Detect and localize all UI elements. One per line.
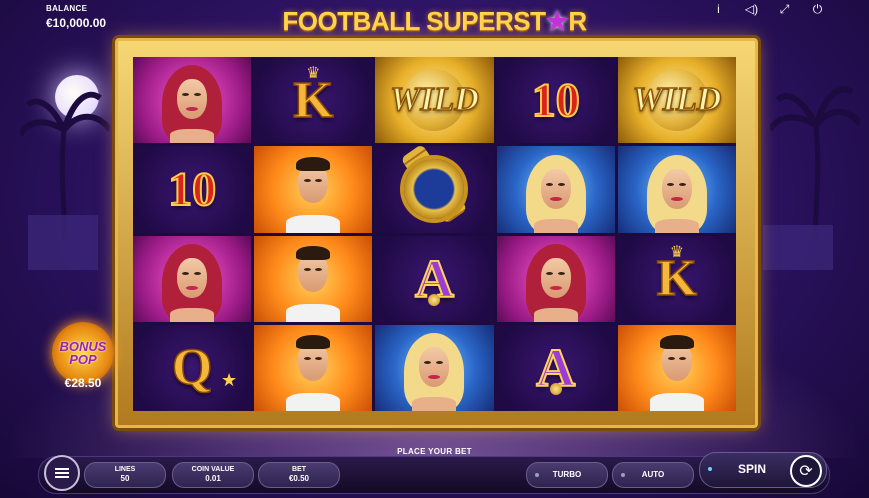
symbol-A: A	[375, 235, 494, 322]
symbol-10: 10	[133, 146, 252, 233]
reel-grid: 10 Q ★ ♛ K WILD A 10 A WILD ♛ K	[133, 57, 736, 411]
lines-value: 50	[120, 474, 130, 483]
symbol-woman-red-hair	[133, 235, 252, 322]
info-icon[interactable]: i	[711, 2, 726, 17]
star-icon: ★	[221, 370, 238, 390]
spin-arrows-icon: ⟳	[790, 455, 822, 487]
turbo-label: TURBO	[552, 470, 582, 479]
symbol-woman-red-hair	[133, 57, 252, 144]
symbol-footballer	[254, 235, 373, 322]
turbo-indicator-icon	[535, 473, 539, 477]
reel-2: ♛ K	[254, 57, 373, 411]
turbo-button[interactable]: TURBO	[526, 462, 608, 488]
bonus-line2: POP	[69, 352, 97, 367]
symbol-woman-blonde	[375, 324, 494, 411]
auto-label: AUTO	[641, 470, 665, 479]
ball-gem-icon	[549, 383, 562, 395]
crown-icon: ♛	[306, 65, 321, 82]
house-left	[28, 215, 98, 270]
palm-tree-right	[770, 86, 860, 240]
reel-4: 10 A	[496, 57, 615, 411]
symbol-label: WILD	[389, 80, 479, 119]
reel-1: 10 Q ★	[133, 57, 252, 411]
symbol-A: A	[496, 324, 615, 411]
ball-gem-icon	[428, 293, 441, 306]
symbol-label: 10	[531, 73, 581, 128]
bet-label: BET	[292, 466, 306, 473]
spin-indicator-icon	[708, 467, 712, 471]
bet-selector[interactable]: BET €0.50	[258, 462, 340, 488]
bet-value: €0.50	[288, 474, 310, 483]
menu-button[interactable]	[44, 455, 80, 491]
symbol-woman-blonde	[496, 146, 615, 233]
symbol-watch	[375, 146, 494, 233]
symbol-wild: WILD	[375, 57, 494, 144]
lines-selector[interactable]: LINES 50	[84, 462, 166, 488]
symbol-woman-red-hair	[496, 235, 615, 322]
power-icon[interactable]: ⏻	[810, 2, 825, 17]
house-right	[763, 225, 833, 270]
spin-button[interactable]: SPIN ⟳	[699, 452, 827, 488]
symbol-10: 10	[496, 57, 615, 144]
fullscreen-icon[interactable]: ⤢	[777, 2, 792, 17]
coin-value-selector[interactable]: COIN VALUE 0.01	[172, 462, 254, 488]
bonus-pop-button[interactable]: BONUS POP	[52, 322, 114, 384]
watch-icon	[399, 146, 469, 225]
hamburger-icon	[55, 466, 69, 480]
reel-5: WILD ♛ K	[617, 57, 736, 411]
symbol-footballer	[254, 146, 373, 233]
top-toolbar: i ◁) ⤢ ⏻	[711, 2, 825, 17]
reel-3: WILD A	[375, 57, 494, 411]
symbol-label: 10	[167, 162, 217, 217]
symbol-K: ♛ K	[254, 57, 373, 144]
lines-label: LINES	[114, 466, 136, 473]
coin-value-label: COIN VALUE	[191, 466, 235, 473]
crown-icon: ♛	[669, 243, 685, 261]
symbol-footballer	[617, 324, 736, 411]
symbol-label: Q	[171, 339, 213, 398]
symbol-woman-blonde	[617, 146, 736, 233]
symbol-K: ♛ K	[617, 235, 736, 322]
symbol-wild: WILD	[617, 57, 736, 144]
title-star-icon: ★	[545, 6, 569, 36]
bonus-amount: €28.50	[64, 376, 102, 390]
symbol-Q: Q ★	[133, 324, 252, 411]
coin-value-value: 0.01	[205, 474, 221, 483]
sound-icon[interactable]: ◁)	[744, 2, 759, 17]
symbol-footballer	[254, 324, 373, 411]
spin-label: SPIN	[738, 462, 767, 476]
auto-indicator-icon	[621, 473, 625, 477]
symbol-label: WILD	[632, 80, 722, 119]
auto-button[interactable]: AUTO	[612, 462, 694, 488]
